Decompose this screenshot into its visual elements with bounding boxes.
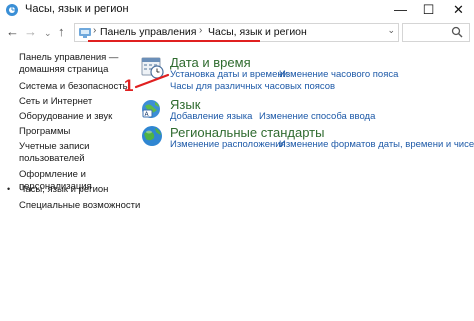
breadcrumb-separator: › [93,25,97,36]
annotation-marker: 1 [124,76,134,95]
forward-button[interactable]: → [24,23,37,41]
control-panel-app-icon [6,4,18,16]
category-title-language[interactable]: Язык [170,97,200,112]
search-icon [451,26,463,38]
sidebar-item-home[interactable]: Панель управления — [19,52,118,64]
language-globe-icon: A [142,100,160,118]
address-dropdown-icon[interactable]: ⌄ [387,25,395,36]
sidebar-item-system-security[interactable]: Система и безопасность [19,81,128,93]
category-title-date-time[interactable]: Дата и время [170,55,251,70]
link-change-location[interactable]: Изменение расположения [170,139,286,150]
control-panel-icon [79,28,91,38]
sidebar-item-home-line2[interactable]: домашняя страница [19,64,108,76]
breadcrumb-clock-language-region[interactable]: Часы, язык и регион [208,26,307,38]
maximize-button[interactable]: ☐ [415,0,442,20]
sidebar-item-user-accounts-line2[interactable]: пользователей [19,153,85,165]
recent-locations-button[interactable]: ⌄ [44,24,52,42]
close-button[interactable]: ✕ [445,0,472,20]
sidebar-item-clock-language-region: Часы, язык и регион [19,184,109,195]
search-input[interactable] [402,23,470,42]
minimize-button[interactable]: — [387,0,414,20]
breadcrumb-separator: › [199,25,203,36]
annotation-arrow [134,73,170,89]
link-change-formats[interactable]: Изменение форматов даты, времени и чисел [279,139,474,150]
sidebar-item-user-accounts[interactable]: Учетные записи [19,141,89,153]
sidebar-item-programs[interactable]: Программы [19,126,70,138]
category-title-region[interactable]: Региональные стандарты [170,125,324,140]
link-change-time-zone[interactable]: Изменение часового пояса [279,69,398,80]
back-button[interactable]: ← [6,23,19,41]
window-title: Часы, язык и регион [25,3,129,15]
sidebar-item-appearance[interactable]: Оформление и [19,169,86,181]
up-button[interactable]: ↑ [58,23,65,41]
link-add-language[interactable]: Добавление языка [170,111,252,122]
breadcrumb-control-panel[interactable]: Панель управления [100,26,196,38]
annotation-underline [88,40,260,42]
current-item-bullet: • [7,184,11,194]
region-globe-icon [142,126,162,146]
link-additional-clocks[interactable]: Часы для различных часовых поясов [170,81,335,92]
sidebar-item-accessibility[interactable]: Специальные возможности [19,200,140,212]
title-bar: Часы, язык и регион — ☐ ✕ [0,0,474,21]
link-change-input-method[interactable]: Изменение способа ввода [259,111,375,122]
sidebar-item-hardware-sound[interactable]: Оборудование и звук [19,111,112,123]
link-set-date-time[interactable]: Установка даты и времени [170,69,288,80]
sidebar-item-network[interactable]: Сеть и Интернет [19,96,92,108]
